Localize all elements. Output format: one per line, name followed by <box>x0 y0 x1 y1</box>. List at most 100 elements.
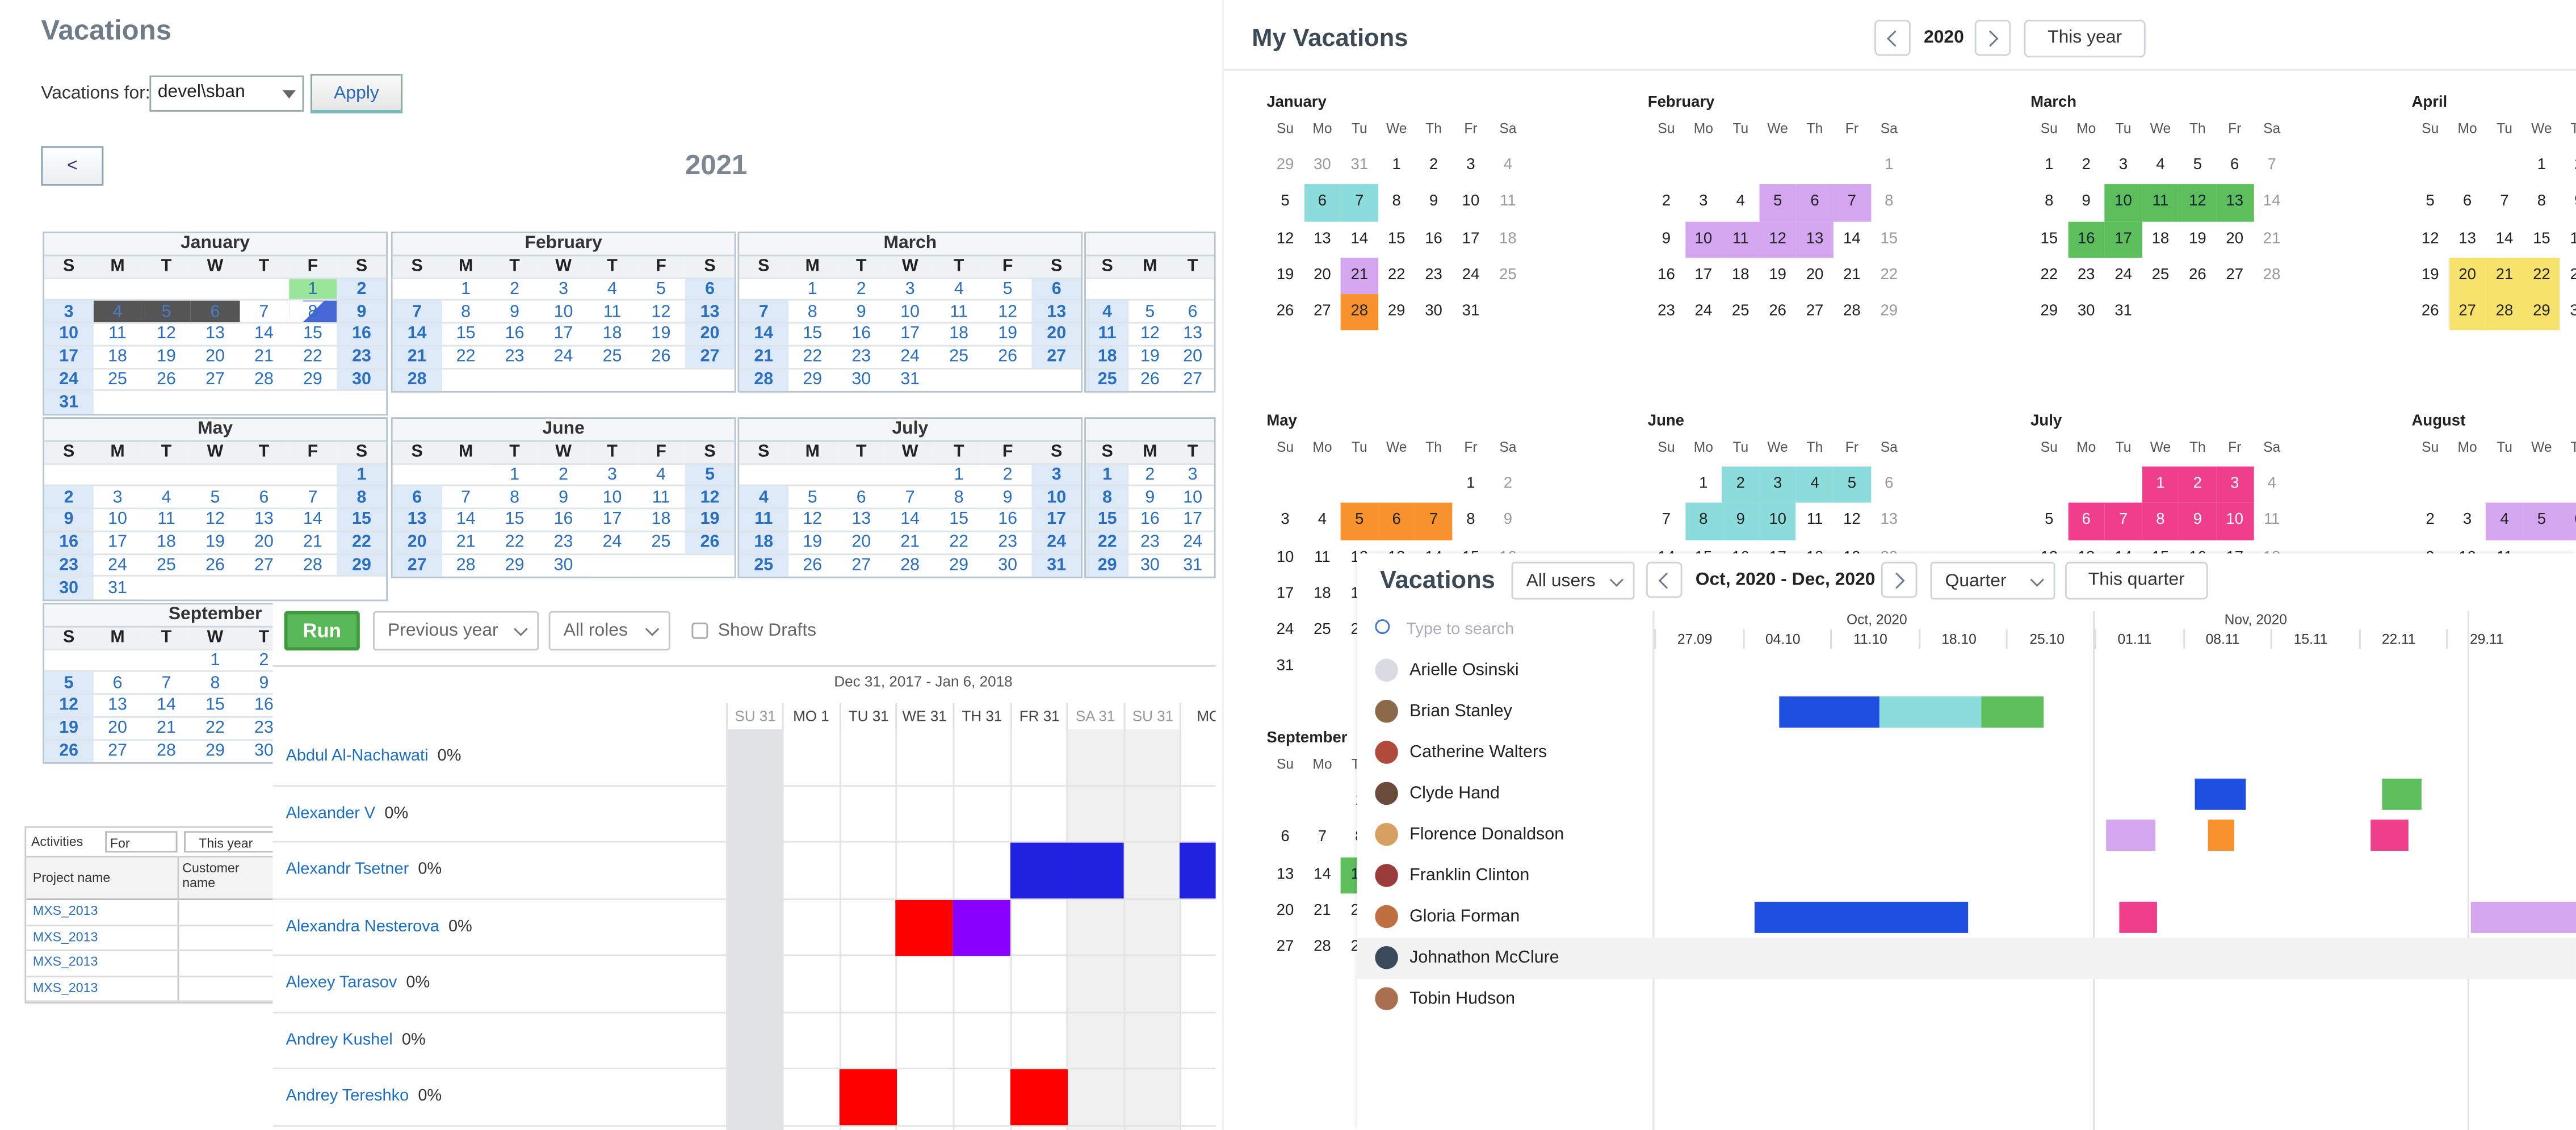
day-cell[interactable]: 27 <box>239 553 288 577</box>
day-cell[interactable]: 31 <box>1266 650 1303 687</box>
day-cell[interactable]: 8 <box>1452 503 1489 540</box>
day-cell[interactable]: 4 <box>1722 184 1759 221</box>
day-cell[interactable]: 7 <box>441 485 490 509</box>
prev-range-chevron-icon[interactable] <box>1646 561 1683 598</box>
col-customer-name[interactable]: Customer name <box>182 861 261 890</box>
day-cell[interactable]: 1 <box>191 648 240 672</box>
users-filter-dropdown[interactable]: All users <box>1511 561 1635 600</box>
day-cell[interactable]: 26 <box>44 738 94 762</box>
day-cell[interactable]: 19 <box>44 716 94 740</box>
user-select[interactable]: devel\sban <box>149 75 304 112</box>
day-cell[interactable]: 25 <box>1086 367 1129 391</box>
day-cell[interactable]: 13 <box>685 299 735 323</box>
person-name[interactable]: Andrey Tereshko <box>286 1087 409 1106</box>
day-cell[interactable]: 24 <box>1266 613 1303 650</box>
day-cell[interactable]: 15 <box>1086 507 1129 531</box>
day-cell[interactable]: 23 <box>1415 258 1452 295</box>
day-cell[interactable]: 9 <box>44 507 94 531</box>
day-cell[interactable]: 1 <box>441 276 490 301</box>
user-row[interactable]: Brian Stanley <box>1357 691 2576 732</box>
day-cell[interactable]: 18 <box>1086 345 1129 368</box>
day-cell[interactable]: 29 <box>788 367 837 391</box>
day-cell[interactable]: 24 <box>539 345 588 368</box>
user-row[interactable]: Tobin Hudson <box>1357 979 2576 1020</box>
day-cell[interactable]: 22 <box>441 345 490 368</box>
day-cell[interactable]: 8 <box>1378 184 1415 221</box>
day-cell[interactable]: 14 <box>392 322 442 346</box>
day-cell[interactable]: 30 <box>1128 553 1172 577</box>
day-cell[interactable]: 24 <box>886 345 935 368</box>
day-cell[interactable]: 11 <box>2142 184 2179 221</box>
day-cell[interactable]: 14 <box>2253 184 2290 221</box>
day-cell[interactable]: 5 <box>2179 148 2216 184</box>
day-cell[interactable]: 24 <box>1685 295 1722 331</box>
day-cell[interactable]: 30 <box>837 367 886 391</box>
day-cell[interactable]: 24 <box>44 367 94 391</box>
day-cell[interactable]: 16 <box>2067 221 2105 258</box>
day-cell[interactable]: 3 <box>44 299 94 323</box>
day-cell[interactable]: 22 <box>490 530 539 554</box>
day-cell[interactable]: 14 <box>441 507 490 531</box>
day-cell[interactable]: 3 <box>2449 503 2486 540</box>
user-row[interactable]: Gloria Forman <box>1357 897 2576 938</box>
day-cell[interactable]: 5 <box>1341 503 1378 540</box>
day-cell[interactable]: 27 <box>685 345 735 368</box>
day-cell[interactable]: 15 <box>1870 221 1907 258</box>
day-cell[interactable]: 20 <box>239 530 288 554</box>
person-link[interactable]: Andrey Kushel 0% <box>286 1031 426 1049</box>
day-cell[interactable]: 22 <box>1870 258 1907 295</box>
day-cell[interactable]: 21 <box>1834 258 1870 295</box>
user-row[interactable]: Arielle Osinski <box>1357 650 2576 691</box>
day-cell[interactable]: 23 <box>1648 295 1685 331</box>
day-cell[interactable]: 31 <box>1032 553 1081 577</box>
day-cell[interactable]: 26 <box>2179 258 2216 295</box>
day-cell[interactable]: 6 <box>93 670 142 695</box>
day-cell[interactable]: 29 <box>1378 295 1415 331</box>
day-cell[interactable]: 25 <box>1490 258 1526 295</box>
day-cell[interactable]: 15 <box>490 507 539 531</box>
day-cell[interactable]: 24 <box>1171 530 1214 554</box>
day-cell[interactable]: 31 <box>2105 295 2142 331</box>
day-cell[interactable]: 13 <box>191 322 240 346</box>
vacation-bar[interactable] <box>2119 901 2157 933</box>
day-cell[interactable]: 18 <box>1722 258 1759 295</box>
day-cell[interactable]: 12 <box>685 485 735 509</box>
day-cell[interactable]: 25 <box>934 345 984 368</box>
day-cell[interactable]: 5 <box>1759 184 1797 221</box>
person-name[interactable]: Alexandra Nesterova <box>286 917 439 935</box>
day-cell[interactable]: 30 <box>337 367 387 391</box>
person-name[interactable]: Alexander V <box>286 804 376 822</box>
day-cell[interactable]: 9 <box>2067 184 2104 221</box>
day-cell[interactable]: 26 <box>788 553 837 577</box>
person-name[interactable]: Abdul Al-Nachawati <box>286 747 429 766</box>
day-cell[interactable]: 19 <box>2412 258 2449 295</box>
day-cell[interactable]: 29 <box>191 738 240 762</box>
day-cell[interactable]: 28 <box>142 738 191 762</box>
day-cell[interactable]: 27 <box>1171 367 1214 391</box>
day-cell[interactable]: 2 <box>2179 466 2217 503</box>
day-cell[interactable]: 16 <box>1415 221 1452 258</box>
day-cell[interactable]: 9 <box>539 485 588 509</box>
for-select[interactable]: For <box>105 831 178 853</box>
day-cell[interactable]: 17 <box>1452 221 1489 258</box>
day-cell[interactable]: 15 <box>2523 221 2560 258</box>
day-cell[interactable]: 16 <box>44 530 94 554</box>
day-cell[interactable]: 19 <box>685 507 735 531</box>
day-cell[interactable]: 2 <box>44 485 94 509</box>
next-year-chevron-icon[interactable] <box>1974 19 2011 56</box>
day-cell[interactable]: 6 <box>1378 503 1415 540</box>
day-cell[interactable]: 27 <box>837 553 886 577</box>
day-cell[interactable]: 22 <box>2523 258 2561 295</box>
day-cell[interactable]: 10 <box>1266 540 1303 577</box>
this-year-button[interactable]: This year <box>2024 19 2146 58</box>
day-cell[interactable]: 22 <box>191 716 240 740</box>
day-cell[interactable]: 10 <box>588 485 637 509</box>
day-cell[interactable]: 4 <box>93 299 142 323</box>
day-cell[interactable]: 9 <box>1490 503 1526 540</box>
day-cell[interactable]: 12 <box>2179 184 2217 221</box>
day-cell[interactable]: 15 <box>934 507 984 531</box>
day-cell[interactable]: 20 <box>2448 258 2486 295</box>
day-cell[interactable]: 23 <box>539 530 588 554</box>
day-cell[interactable]: 5 <box>1266 184 1303 221</box>
day-cell[interactable]: 21 <box>441 530 490 554</box>
